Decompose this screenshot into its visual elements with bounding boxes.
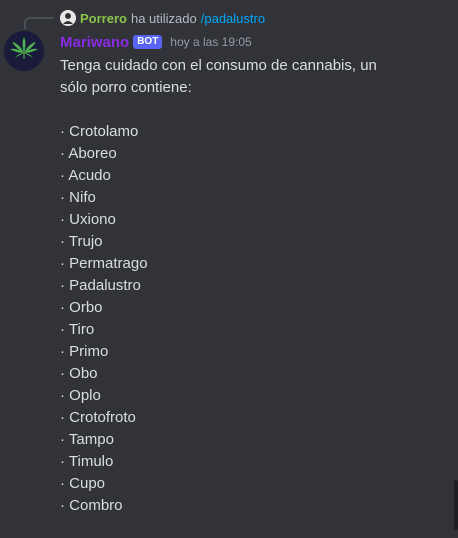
list-item: · Padalustro bbox=[60, 277, 141, 294]
scrollbar-thumb[interactable] bbox=[454, 480, 458, 530]
list-item: · Nifo bbox=[60, 189, 96, 206]
list-item: · Tiro bbox=[60, 321, 95, 338]
intro-line-2: sólo porro contiene: bbox=[60, 79, 192, 96]
user-avatar-icon bbox=[60, 10, 76, 26]
list-item: · Primo bbox=[60, 343, 109, 360]
ingredient-list: · Crotolamo · Aboreo · Acudo · Nifo · Ux… bbox=[60, 121, 440, 517]
list-item: · Trujo bbox=[60, 233, 103, 250]
list-item: · Orbo bbox=[60, 299, 103, 316]
list-item: · Timulo bbox=[60, 453, 114, 470]
message-content: Tenga cuidado con el consumo de cannabis… bbox=[60, 55, 440, 517]
reply-spine bbox=[24, 17, 54, 29]
list-item: · Permatrago bbox=[60, 255, 148, 272]
list-item: · Crotofroto bbox=[60, 409, 136, 426]
list-item: · Aboreo bbox=[60, 145, 117, 162]
reply-command-link[interactable]: /padalustro bbox=[201, 11, 265, 26]
cannabis-leaf-icon bbox=[4, 31, 44, 71]
intro-line-1: Tenga cuidado con el consumo de cannabis… bbox=[60, 57, 377, 74]
list-item: · Cupo bbox=[60, 475, 106, 492]
reply-user-avatar[interactable] bbox=[60, 10, 76, 26]
bot-badge: BOT bbox=[133, 35, 163, 49]
reply-action-text: ha utilizado bbox=[130, 10, 197, 26]
list-item: · Crotolamo bbox=[60, 123, 139, 140]
author-username[interactable]: Mariwano bbox=[60, 34, 129, 51]
message-timestamp[interactable]: hoy a las 19:05 bbox=[170, 35, 251, 49]
list-item: · Uxiono bbox=[60, 211, 116, 228]
list-item: · Combro bbox=[60, 497, 123, 514]
list-item: · Obo bbox=[60, 365, 98, 382]
reply-username[interactable]: Porrero bbox=[80, 11, 127, 26]
list-item: · Oplo bbox=[60, 387, 101, 404]
list-item: · Tampo bbox=[60, 431, 114, 448]
author-avatar[interactable] bbox=[4, 31, 44, 71]
reply-context[interactable]: Porrero ha utilizado /padalustro bbox=[60, 9, 265, 27]
list-item: · Acudo bbox=[60, 167, 111, 184]
message-header: Mariwano BOT hoy a las 19:05 bbox=[60, 32, 252, 52]
chat-message: Porrero ha utilizado /padalustro Mariwan… bbox=[0, 0, 458, 538]
